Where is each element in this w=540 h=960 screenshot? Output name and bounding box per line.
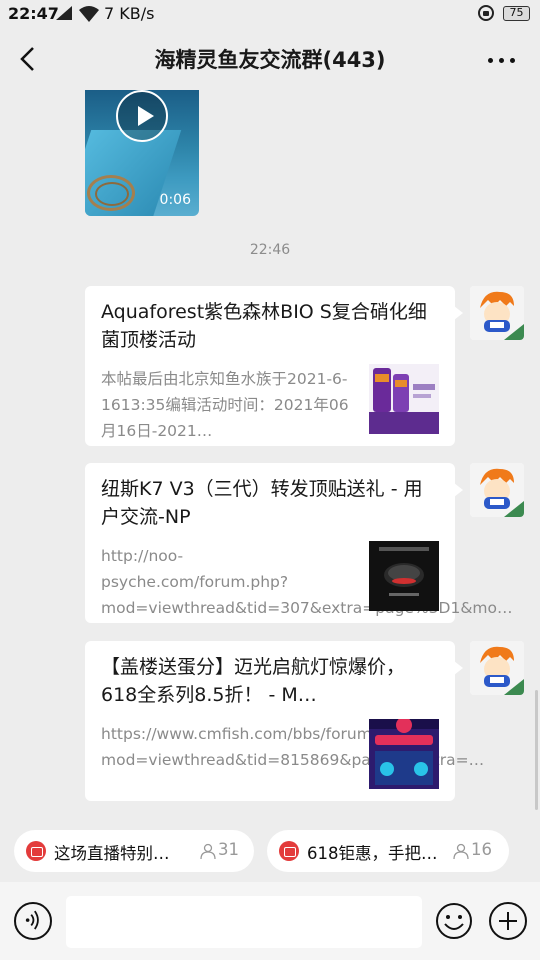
signal-icon [56, 6, 72, 20]
live-pill-text: 618钜惠，手把… [307, 844, 438, 863]
live-pill-text: 这场直播特别… [54, 844, 170, 863]
live-icon [279, 841, 299, 861]
link-description: http://noo-psyche.com/forum.php?mod=view… [101, 547, 513, 617]
link-title: 【盖楼送蛋分】迈光启航灯惊爆价，618全系列8.5折！ - M… [101, 656, 406, 706]
message-timestamp: 22:46 [249, 242, 291, 258]
video-duration: 0:06 [159, 192, 191, 208]
avatar[interactable] [470, 286, 524, 340]
avatar-image [470, 463, 524, 517]
link-thumbnail [369, 364, 439, 434]
more-dots-icon[interactable] [488, 48, 518, 72]
status-bar: 22:47 7 KB/s 75 [0, 0, 540, 30]
alarm-icon [478, 5, 494, 21]
chat-title: 海精灵鱼友交流群(443) [154, 48, 386, 72]
link-card[interactable]: Aquaforest紫色森林BIO S复合硝化细菌顶楼活动 本帖最后由北京知鱼水… [85, 286, 463, 446]
link-thumbnail [369, 541, 439, 611]
link-card[interactable]: 纽斯K7 V3（三代）转发顶贴送礼 - 用户交流-NP http://noo-p… [85, 463, 513, 623]
battery-indicator: 75 [503, 6, 530, 21]
scrollbar[interactable] [535, 690, 538, 810]
live-pill[interactable]: 这场直播特别… 31 [14, 830, 254, 872]
live-pill-bar: 这场直播特别… 31 618钜惠，手把… 16 [0, 820, 540, 882]
link-thumbnail [369, 719, 439, 789]
voice-icon[interactable] [14, 902, 52, 940]
live-pill[interactable]: 618钜惠，手把… 16 [267, 830, 509, 872]
person-icon [453, 843, 469, 859]
live-pill-count: 31 [218, 840, 239, 859]
link-description: https://www.cmfish.com/bbs/forum.php?mod… [101, 725, 485, 769]
avatar-image [470, 641, 524, 695]
emoji-icon[interactable] [435, 902, 473, 940]
link-description: 本帖最后由北京知鱼水族于2021-6-1613:35编辑活动时间：2021年06… [101, 370, 349, 440]
live-icon [26, 841, 46, 861]
status-time: 22:47 [8, 4, 59, 23]
avatar[interactable] [470, 463, 524, 517]
avatar-image [470, 286, 524, 340]
link-title: 纽斯K7 V3（三代）转发顶贴送礼 - 用户交流-NP [101, 478, 423, 528]
wifi-icon [79, 6, 99, 22]
input-bar [0, 882, 540, 960]
person-icon [200, 843, 216, 859]
play-icon[interactable] [116, 90, 168, 142]
message-input[interactable] [66, 896, 422, 948]
plus-icon[interactable] [489, 902, 527, 940]
link-card[interactable]: 【盖楼送蛋分】迈光启航灯惊爆价，618全系列8.5折！ - M… https:/… [85, 641, 485, 801]
link-title: Aquaforest紫色森林BIO S复合硝化细菌顶楼活动 [101, 301, 427, 351]
avatar[interactable] [470, 641, 524, 695]
chat-header: 海精灵鱼友交流群(443) [0, 30, 540, 90]
video-message[interactable]: 0:06 [85, 90, 199, 216]
network-speed: 7 KB/s [104, 4, 155, 23]
live-pill-count: 16 [471, 840, 492, 859]
